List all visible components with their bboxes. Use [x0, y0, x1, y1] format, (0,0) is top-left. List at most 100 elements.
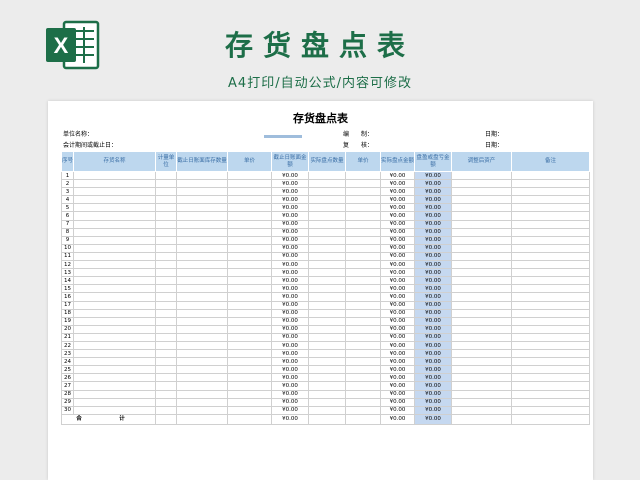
header-cell[interactable]: 盘盈或盘亏金额: [414, 151, 452, 172]
variance-amount-cell[interactable]: ¥0.00: [414, 179, 452, 189]
table-cell[interactable]: [345, 397, 381, 407]
row-number-cell[interactable]: 12: [61, 260, 74, 270]
table-cell[interactable]: [73, 349, 156, 359]
table-cell[interactable]: [308, 292, 346, 302]
table-cell[interactable]: [176, 260, 228, 270]
table-cell[interactable]: [308, 243, 346, 253]
table-cell[interactable]: [227, 219, 272, 229]
table-cell[interactable]: [227, 397, 272, 407]
book-amount-cell[interactable]: ¥0.00: [271, 397, 309, 407]
row-number-cell[interactable]: 28: [61, 389, 74, 399]
table-cell[interactable]: [73, 373, 156, 383]
table-cell[interactable]: [227, 405, 272, 415]
table-cell[interactable]: [345, 389, 381, 399]
table-cell[interactable]: [73, 276, 156, 286]
table-cell[interactable]: [227, 316, 272, 326]
table-cell[interactable]: [176, 251, 228, 262]
table-cell[interactable]: [176, 365, 228, 375]
actual-amount-cell[interactable]: ¥0.00: [380, 316, 415, 326]
table-cell[interactable]: [511, 373, 590, 383]
table-cell[interactable]: [176, 284, 228, 294]
actual-amount-cell[interactable]: ¥0.00: [380, 292, 415, 302]
table-cell[interactable]: [176, 170, 228, 181]
table-cell[interactable]: [345, 251, 381, 262]
table-cell[interactable]: [345, 268, 381, 278]
table-cell[interactable]: [308, 308, 346, 318]
table-cell[interactable]: [73, 405, 156, 415]
table-cell[interactable]: [511, 243, 590, 253]
table-cell[interactable]: [511, 397, 590, 407]
table-cell[interactable]: [73, 381, 156, 391]
table-cell[interactable]: [451, 227, 512, 237]
table-cell[interactable]: [155, 203, 177, 213]
table-cell[interactable]: [451, 332, 512, 342]
actual-amount-cell[interactable]: ¥0.00: [380, 332, 415, 342]
table-cell[interactable]: [176, 211, 228, 221]
total-book-amount[interactable]: ¥0.00: [271, 413, 309, 425]
variance-amount-cell[interactable]: ¥0.00: [414, 405, 452, 415]
table-cell[interactable]: [308, 211, 346, 221]
table-cell[interactable]: [308, 268, 346, 278]
table-cell[interactable]: [227, 251, 272, 262]
table-cell[interactable]: [176, 316, 228, 326]
table-cell[interactable]: [511, 405, 590, 415]
table-cell[interactable]: [73, 187, 156, 197]
table-cell[interactable]: [308, 276, 346, 286]
row-number-cell[interactable]: 25: [61, 365, 74, 375]
row-number-cell[interactable]: 2: [61, 179, 74, 189]
row-number-cell[interactable]: 19: [61, 316, 74, 326]
row-number-cell[interactable]: 30: [61, 405, 74, 415]
book-amount-cell[interactable]: ¥0.00: [271, 179, 309, 189]
table-cell[interactable]: [73, 260, 156, 270]
table-cell[interactable]: [73, 292, 156, 302]
book-amount-cell[interactable]: ¥0.00: [271, 276, 309, 286]
table-cell[interactable]: [345, 413, 381, 425]
variance-amount-cell[interactable]: ¥0.00: [414, 292, 452, 302]
table-cell[interactable]: [73, 357, 156, 367]
table-cell[interactable]: [345, 373, 381, 383]
variance-amount-cell[interactable]: ¥0.00: [414, 349, 452, 359]
table-cell[interactable]: [176, 195, 228, 205]
table-cell[interactable]: [451, 260, 512, 270]
variance-amount-cell[interactable]: ¥0.00: [414, 397, 452, 407]
variance-amount-cell[interactable]: ¥0.00: [414, 243, 452, 253]
table-cell[interactable]: [176, 187, 228, 197]
variance-amount-cell[interactable]: ¥0.00: [414, 340, 452, 351]
table-cell[interactable]: [176, 308, 228, 318]
actual-amount-cell[interactable]: ¥0.00: [380, 357, 415, 367]
table-cell[interactable]: [155, 365, 177, 375]
row-number-cell[interactable]: 24: [61, 357, 74, 367]
table-cell[interactable]: [308, 179, 346, 189]
book-amount-cell[interactable]: ¥0.00: [271, 381, 309, 391]
header-cell[interactable]: 存货名称: [73, 151, 156, 172]
variance-amount-cell[interactable]: ¥0.00: [414, 381, 452, 391]
book-amount-cell[interactable]: ¥0.00: [271, 195, 309, 205]
table-cell[interactable]: [227, 332, 272, 342]
table-cell[interactable]: [511, 357, 590, 367]
actual-amount-cell[interactable]: ¥0.00: [380, 397, 415, 407]
table-cell[interactable]: [511, 276, 590, 286]
table-cell[interactable]: [227, 243, 272, 253]
table-cell[interactable]: [511, 179, 590, 189]
book-amount-cell[interactable]: ¥0.00: [271, 227, 309, 237]
table-cell[interactable]: [227, 308, 272, 318]
table-cell[interactable]: [451, 373, 512, 383]
book-amount-cell[interactable]: ¥0.00: [271, 373, 309, 383]
table-cell[interactable]: [73, 308, 156, 318]
table-cell[interactable]: [451, 235, 512, 245]
table-cell[interactable]: [511, 170, 590, 181]
table-cell[interactable]: [155, 405, 177, 415]
table-cell[interactable]: [227, 276, 272, 286]
table-cell[interactable]: [176, 373, 228, 383]
header-cell[interactable]: 备注: [511, 151, 590, 172]
actual-amount-cell[interactable]: ¥0.00: [380, 276, 415, 286]
actual-amount-cell[interactable]: ¥0.00: [380, 373, 415, 383]
table-cell[interactable]: [227, 170, 272, 181]
table-cell[interactable]: [227, 292, 272, 302]
book-amount-cell[interactable]: ¥0.00: [271, 300, 309, 310]
total-variance-amount[interactable]: ¥0.00: [414, 413, 452, 425]
actual-amount-cell[interactable]: ¥0.00: [380, 389, 415, 399]
table-cell[interactable]: [73, 284, 156, 294]
table-cell[interactable]: [155, 260, 177, 270]
table-cell[interactable]: [511, 260, 590, 270]
